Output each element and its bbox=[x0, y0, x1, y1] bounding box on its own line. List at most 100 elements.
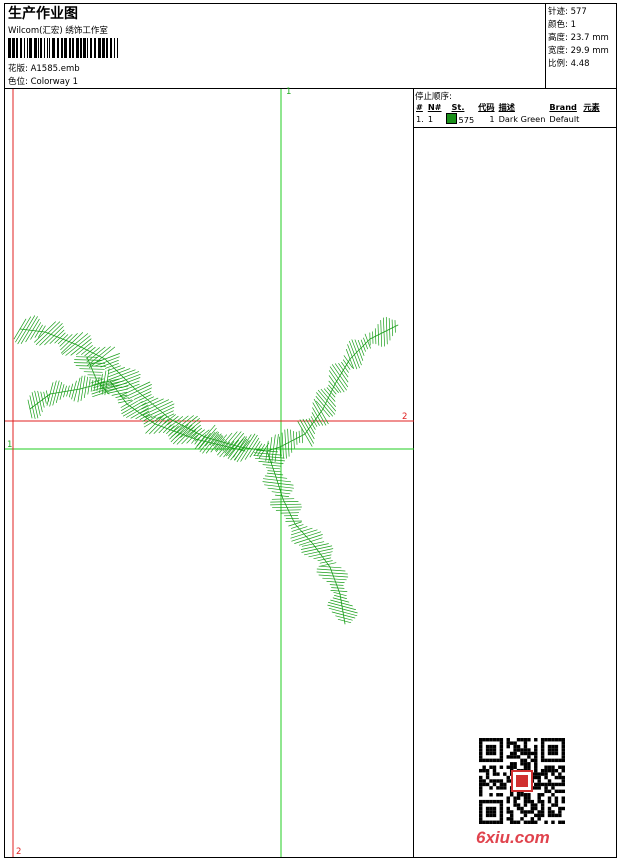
stitch bbox=[308, 551, 333, 558]
stitch bbox=[79, 368, 105, 370]
scale-row: 比例: 4.48 bbox=[548, 58, 609, 71]
scale-value: 4.48 bbox=[570, 59, 590, 69]
stitch bbox=[190, 427, 203, 438]
stitch bbox=[40, 391, 45, 408]
stitch bbox=[290, 527, 313, 536]
stitch bbox=[166, 425, 175, 434]
col-brand: Brand bbox=[549, 102, 577, 112]
row-stitches-cell: 575 bbox=[444, 113, 477, 125]
stitch bbox=[128, 387, 152, 400]
stitch bbox=[123, 384, 152, 399]
stitch bbox=[391, 319, 394, 337]
stitch bbox=[75, 365, 106, 367]
stitch bbox=[388, 317, 391, 341]
stop-sequence-table: # N# St. 代码 描述 Brand 元素 1. 1 575 1 Dark … bbox=[414, 101, 602, 125]
stitch bbox=[133, 391, 152, 400]
stitch bbox=[160, 413, 175, 421]
stitch bbox=[290, 524, 304, 529]
table-header-row: # N# St. 代码 描述 Brand 元素 bbox=[414, 101, 602, 113]
stitch-count-value: 577 bbox=[570, 7, 587, 17]
stitch bbox=[34, 321, 56, 343]
stitch bbox=[122, 402, 147, 417]
stitch bbox=[121, 401, 143, 415]
watermark-logo: 6xiu.com bbox=[476, 828, 550, 847]
stitch bbox=[288, 521, 302, 527]
design-file-value: A1585.emb bbox=[30, 64, 80, 74]
stitch bbox=[319, 562, 337, 567]
colorway-value: Colorway 1 bbox=[30, 77, 79, 87]
height-label: 高度: bbox=[548, 33, 568, 43]
scale-label: 比例: bbox=[548, 59, 568, 69]
stitch bbox=[156, 410, 174, 419]
stitch bbox=[106, 369, 136, 381]
stitch bbox=[75, 356, 99, 358]
stitch bbox=[120, 400, 134, 408]
red-vertical-guide-label: 2 bbox=[16, 847, 22, 857]
stitch bbox=[25, 318, 40, 343]
stitch bbox=[329, 366, 347, 391]
stats-divider bbox=[545, 3, 546, 89]
stitch bbox=[317, 389, 337, 412]
stitch bbox=[31, 392, 39, 419]
stitch bbox=[385, 316, 388, 345]
stitch bbox=[73, 362, 106, 364]
stitch bbox=[197, 433, 211, 450]
row-brand: Default bbox=[549, 114, 580, 124]
qr-code bbox=[479, 738, 565, 824]
stitch bbox=[311, 412, 320, 426]
stitch bbox=[270, 501, 299, 503]
stitch bbox=[295, 431, 298, 445]
stitch bbox=[293, 431, 295, 449]
stitch bbox=[20, 316, 38, 344]
row-code: 1 bbox=[489, 114, 495, 124]
color-count-label: 颜色: bbox=[548, 20, 568, 30]
stitch bbox=[282, 498, 296, 525]
height-value: 23.7 mm bbox=[570, 33, 609, 43]
stitch bbox=[17, 315, 36, 345]
width-value: 29.9 mm bbox=[570, 46, 609, 56]
table-row: 1. 1 575 1 Dark Green Default bbox=[414, 113, 602, 125]
table-divider bbox=[413, 127, 617, 128]
stitch bbox=[275, 509, 301, 511]
stitch bbox=[141, 396, 154, 403]
design-file-label: 花版: bbox=[8, 64, 28, 74]
barcode bbox=[8, 38, 118, 58]
width-label: 宽度: bbox=[548, 46, 568, 56]
stitch bbox=[349, 340, 360, 369]
design-preview bbox=[5, 89, 414, 857]
stitch bbox=[92, 386, 122, 398]
stitch bbox=[108, 367, 125, 374]
stitch bbox=[271, 498, 295, 500]
stitch bbox=[331, 587, 345, 589]
stitch bbox=[84, 346, 96, 357]
row-description: Dark Green bbox=[498, 114, 546, 124]
stitch bbox=[54, 332, 66, 344]
design-stats: 针迹: 577 颜色: 1 高度: 23.7 mm 宽度: 29.9 mm 比例… bbox=[548, 6, 609, 71]
stitch bbox=[322, 383, 336, 410]
stitch bbox=[377, 323, 380, 346]
stitch bbox=[334, 363, 349, 383]
col-code: 代码 bbox=[478, 102, 495, 112]
stitch bbox=[328, 375, 342, 393]
stitch bbox=[326, 387, 336, 398]
red-horizontal-guide-label: 2 bbox=[402, 412, 408, 422]
stitch bbox=[223, 433, 244, 458]
stitch bbox=[117, 397, 129, 401]
studio-name: Wilcom(汇宏) 绣饰工作室 bbox=[8, 26, 108, 36]
stitch bbox=[308, 418, 316, 430]
stitch bbox=[329, 566, 341, 595]
col-number: N# bbox=[427, 102, 442, 112]
stitch bbox=[107, 371, 140, 384]
width-row: 宽度: 29.9 mm bbox=[548, 45, 609, 58]
stitch bbox=[49, 329, 65, 344]
colorway-row: 色位: Colorway 1 bbox=[8, 75, 78, 87]
stitch bbox=[279, 433, 306, 448]
stitch bbox=[87, 346, 111, 366]
stitch bbox=[34, 390, 41, 417]
row-element bbox=[581, 113, 601, 125]
stitch bbox=[328, 384, 337, 395]
stitch bbox=[15, 316, 32, 343]
stitch bbox=[141, 397, 159, 406]
stitch bbox=[143, 416, 157, 425]
row-stitches: 575 bbox=[458, 115, 475, 125]
